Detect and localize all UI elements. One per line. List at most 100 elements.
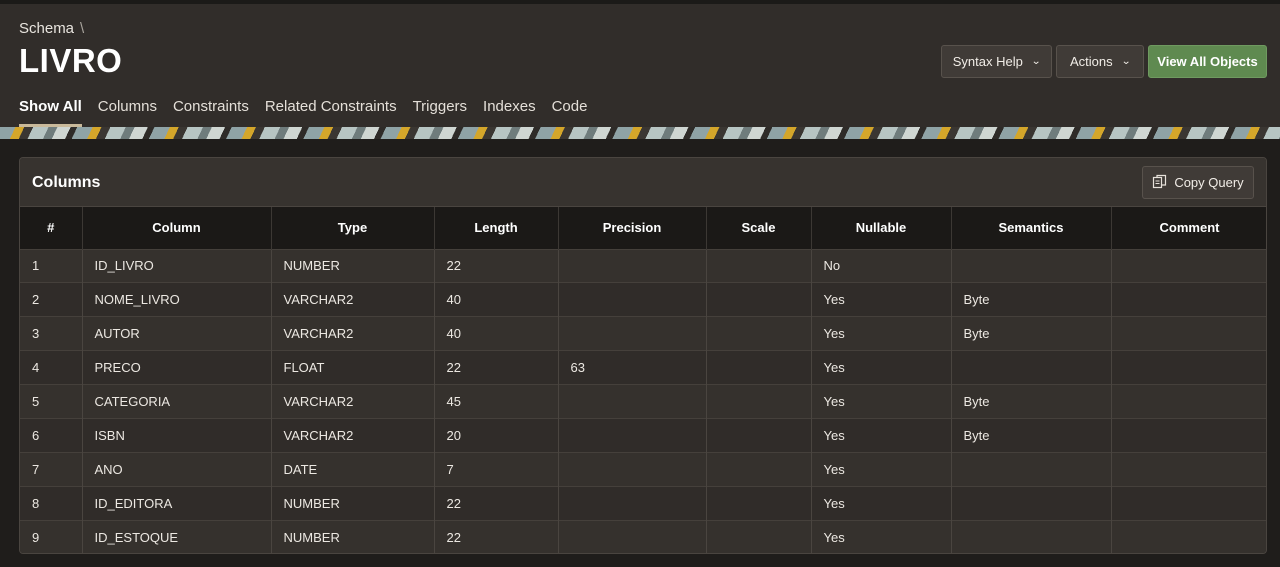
- cell-nullable: Yes: [811, 282, 952, 317]
- cell-semantics: Byte: [951, 316, 1112, 351]
- cell-length: 7: [434, 451, 559, 487]
- cell-scale: [706, 519, 812, 553]
- cell-scale: [706, 248, 812, 283]
- cell-index: 6: [20, 417, 83, 453]
- table-row: 2 NOME_LIVRO VARCHAR2 40 Yes Byte: [20, 282, 1266, 317]
- tab-triggers[interactable]: Triggers: [413, 98, 467, 127]
- cell-index: 1: [20, 248, 83, 283]
- cell-semantics: Byte: [951, 417, 1112, 453]
- cell-nullable: Yes: [811, 316, 952, 351]
- cell-nullable: Yes: [811, 384, 952, 419]
- cell-column: CATEGORIA: [82, 384, 272, 419]
- cell-scale: [706, 282, 812, 317]
- cell-comment: [1111, 519, 1266, 553]
- cell-nullable: No: [811, 248, 952, 283]
- cell-comment: [1111, 384, 1266, 419]
- cell-index: 7: [20, 451, 83, 487]
- tab-columns[interactable]: Columns: [98, 98, 157, 127]
- cell-type: VARCHAR2: [271, 282, 435, 317]
- copy-query-button[interactable]: Copy Query: [1142, 166, 1254, 199]
- tab-related-constraints[interactable]: Related Constraints: [265, 98, 397, 127]
- header-nullable[interactable]: Nullable: [811, 207, 952, 249]
- page-header: Schema \ LIVRO Syntax Help ⌄ Actions ⌄ Vi…: [0, 4, 1280, 127]
- cell-index: 5: [20, 384, 83, 419]
- cell-precision: [558, 316, 707, 351]
- syntax-help-button[interactable]: Syntax Help ⌄: [941, 45, 1052, 78]
- header-index[interactable]: #: [20, 207, 83, 249]
- header-scale[interactable]: Scale: [706, 207, 812, 249]
- breadcrumb-schema-link[interactable]: Schema: [19, 20, 74, 37]
- cell-scale: [706, 485, 812, 521]
- cell-precision: [558, 248, 707, 283]
- cell-nullable: Yes: [811, 451, 952, 487]
- cell-scale: [706, 350, 812, 385]
- cell-comment: [1111, 485, 1266, 521]
- tab-show-all[interactable]: Show All: [19, 98, 82, 127]
- cell-precision: [558, 417, 707, 453]
- cell-type: NUMBER: [271, 519, 435, 553]
- cell-nullable: Yes: [811, 350, 952, 385]
- chevron-down-icon: ⌄: [1120, 56, 1131, 67]
- copy-icon: [1152, 174, 1167, 192]
- region-header: Columns Copy Query: [20, 158, 1266, 207]
- tab-code[interactable]: Code: [552, 98, 588, 127]
- cell-semantics: Byte: [951, 384, 1112, 419]
- cell-precision: [558, 384, 707, 419]
- header-type[interactable]: Type: [271, 207, 435, 249]
- cell-length: 22: [434, 350, 559, 385]
- cell-index: 3: [20, 316, 83, 351]
- cell-comment: [1111, 451, 1266, 487]
- cell-type: FLOAT: [271, 350, 435, 385]
- tab-bar: Show All Columns Constraints Related Con…: [19, 98, 603, 128]
- cell-type: NUMBER: [271, 485, 435, 521]
- cell-column: ANO: [82, 451, 272, 487]
- cell-semantics: [951, 485, 1112, 521]
- tab-constraints[interactable]: Constraints: [173, 98, 249, 127]
- cell-precision: [558, 282, 707, 317]
- table-row: 4 PRECO FLOAT 22 63 Yes: [20, 350, 1266, 385]
- table-row: 3 AUTOR VARCHAR2 40 Yes Byte: [20, 316, 1266, 351]
- cell-length: 40: [434, 282, 559, 317]
- cell-type: VARCHAR2: [271, 316, 435, 351]
- view-all-objects-button[interactable]: View All Objects: [1148, 45, 1267, 78]
- cell-column: ID_LIVRO: [82, 248, 272, 283]
- copy-query-label: Copy Query: [1174, 175, 1244, 190]
- cell-column: PRECO: [82, 350, 272, 385]
- cell-semantics: [951, 248, 1112, 283]
- page-title: LIVRO: [19, 42, 123, 79]
- syntax-help-label: Syntax Help: [952, 54, 1023, 69]
- cell-comment: [1111, 248, 1266, 283]
- header-length[interactable]: Length: [434, 207, 559, 249]
- cell-comment: [1111, 350, 1266, 385]
- cell-index: 4: [20, 350, 83, 385]
- cell-comment: [1111, 316, 1266, 351]
- cell-scale: [706, 417, 812, 453]
- cell-nullable: Yes: [811, 417, 952, 453]
- cell-semantics: [951, 519, 1112, 553]
- tab-indexes[interactable]: Indexes: [483, 98, 536, 127]
- cell-semantics: Byte: [951, 282, 1112, 317]
- cell-column: ID_EDITORA: [82, 485, 272, 521]
- actions-button[interactable]: Actions ⌄: [1056, 45, 1144, 78]
- table-header-row: # Column Type Length Precision Scale Nullable S…: [20, 207, 1266, 249]
- header-semantics[interactable]: Semantics: [951, 207, 1112, 249]
- cell-length: 22: [434, 248, 559, 283]
- cell-precision: [558, 485, 707, 521]
- table-row: 5 CATEGORIA VARCHAR2 45 Yes Byte: [20, 384, 1266, 419]
- cell-comment: [1111, 417, 1266, 453]
- cell-length: 22: [434, 485, 559, 521]
- cell-column: ID_ESTOQUE: [82, 519, 272, 553]
- breadcrumb: Schema \: [19, 20, 84, 37]
- cell-index: 8: [20, 485, 83, 521]
- table-body: 1 ID_LIVRO NUMBER 22 No 2 NOME_LIVRO VARCHAR2 40…: [20, 248, 1266, 553]
- header-column[interactable]: Column: [82, 207, 272, 249]
- header-precision[interactable]: Precision: [558, 207, 707, 249]
- actions-label: Actions: [1069, 54, 1113, 69]
- chevron-down-icon: ⌄: [1031, 56, 1042, 67]
- header-comment[interactable]: Comment: [1111, 207, 1266, 249]
- cell-semantics: [951, 451, 1112, 487]
- cell-scale: [706, 451, 812, 487]
- cell-column: AUTOR: [82, 316, 272, 351]
- cell-type: NUMBER: [271, 248, 435, 283]
- cell-index: 2: [20, 282, 83, 317]
